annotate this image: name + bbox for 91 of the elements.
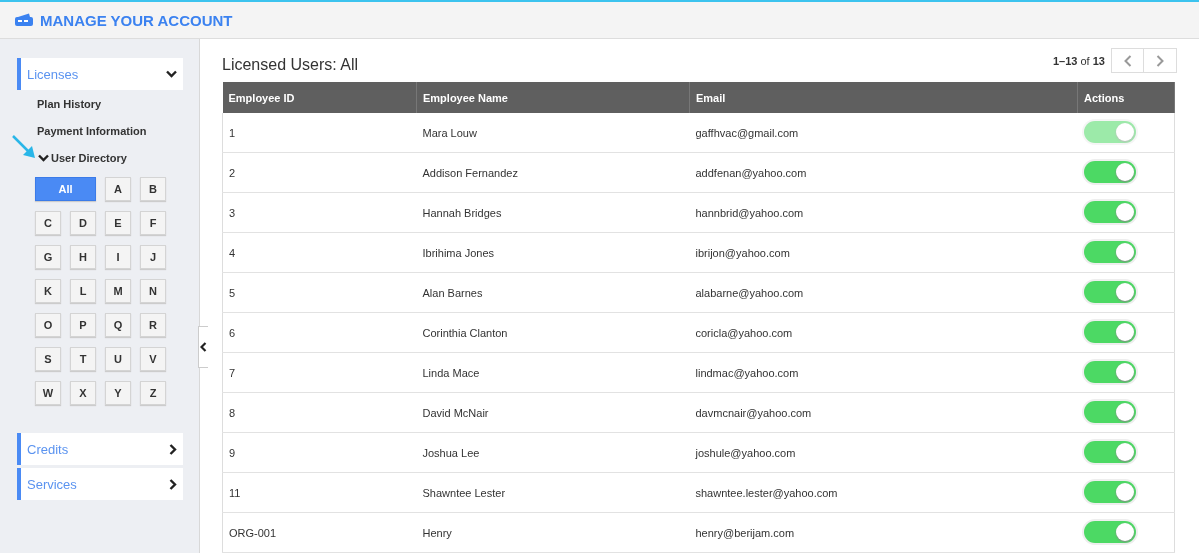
table-cell: Hannah Bridges xyxy=(416,192,690,233)
table-cell: 1 xyxy=(222,113,417,153)
chevron-down-icon xyxy=(38,153,49,162)
pagination-count: 1–13 of 13 xyxy=(1052,54,1105,67)
table-cell: Shawntee Lester xyxy=(416,472,690,513)
table-cell: Linda Mace xyxy=(416,352,690,393)
table-cell: 2 xyxy=(222,152,417,193)
toggle-switch[interactable] xyxy=(1083,240,1136,263)
toggle-switch[interactable] xyxy=(1083,440,1136,463)
table-title: Licensed Users: All xyxy=(222,54,359,74)
chevron-left-icon xyxy=(200,342,207,352)
table-cell: addfenan@yahoo.com xyxy=(689,152,1078,193)
letter-filter-button[interactable]: A xyxy=(105,177,131,201)
table-cell: Ibrihima Jones xyxy=(416,232,690,273)
chevron-left-icon xyxy=(1123,54,1132,67)
table-cell: ibrijon@yahoo.com xyxy=(689,232,1078,273)
table-cell: ORG-001 xyxy=(222,512,417,553)
table-cell: henry@berijam.com xyxy=(689,512,1078,553)
table-cell: 3 xyxy=(222,192,417,233)
letter-filter-button[interactable]: I xyxy=(105,245,131,269)
letter-filter-button[interactable]: Q xyxy=(105,313,131,337)
table-cell: 11 xyxy=(222,472,417,513)
letter-filter-button[interactable]: O xyxy=(35,313,61,337)
column-header: Employee Name xyxy=(416,82,690,113)
letter-filter-button[interactable]: Y xyxy=(105,381,131,405)
letter-filter-button[interactable]: M xyxy=(105,279,131,303)
table-cell: Henry xyxy=(416,512,690,553)
chevron-right-icon xyxy=(169,443,177,455)
column-header: Actions xyxy=(1077,82,1175,113)
table-cell: 7 xyxy=(222,352,417,393)
letter-filter-button[interactable]: K xyxy=(35,279,61,303)
toggle-switch[interactable] xyxy=(1083,160,1136,183)
letter-filter-button[interactable]: E xyxy=(105,211,131,235)
table-cell: Mara Louw xyxy=(416,113,690,153)
letter-filter-button[interactable]: W xyxy=(35,381,61,405)
table-cell: alabarne@yahoo.com xyxy=(689,272,1078,313)
toggle-switch[interactable] xyxy=(1083,520,1136,543)
table-cell: gaffhvac@gmail.com xyxy=(689,113,1078,153)
sidebar-link[interactable]: Plan History xyxy=(0,90,199,117)
table-cell: Corinthia Clanton xyxy=(416,312,690,353)
table-cell: davmcnair@yahoo.com xyxy=(689,392,1078,433)
card-register-icon xyxy=(14,13,34,27)
letter-filter-button[interactable]: T xyxy=(70,347,96,371)
toggle-switch[interactable] xyxy=(1083,400,1136,423)
collapse-sidebar-button[interactable] xyxy=(198,326,208,368)
toggle-switch[interactable] xyxy=(1083,200,1136,223)
table-cell: 4 xyxy=(222,232,417,273)
sidebar-item[interactable]: User Directory xyxy=(0,144,199,171)
chevron-down-icon xyxy=(166,70,177,78)
letter-filter-button[interactable]: U xyxy=(105,347,131,371)
toggle-switch[interactable] xyxy=(1083,320,1136,343)
table-cell: David McNair xyxy=(416,392,690,433)
toggle-switch[interactable] xyxy=(1083,360,1136,383)
table-cell: 6 xyxy=(222,312,417,353)
letter-filter-button[interactable]: P xyxy=(70,313,96,337)
letter-filter-button[interactable]: D xyxy=(70,211,96,235)
table-cell: Alan Barnes xyxy=(416,272,690,313)
table-cell: 9 xyxy=(222,432,417,473)
page-title: MANAGE YOUR ACCOUNT xyxy=(40,11,233,29)
letter-filter-button[interactable]: C xyxy=(35,211,61,235)
table-cell: shawntee.lester@yahoo.com xyxy=(689,472,1078,513)
sidebar-link[interactable]: Payment Information xyxy=(0,117,199,144)
letter-filter-button[interactable]: H xyxy=(70,245,96,269)
next-page-button[interactable] xyxy=(1144,48,1177,73)
table-cell: Addison Fernandez xyxy=(416,152,690,193)
letter-filter-button[interactable]: S xyxy=(35,347,61,371)
column-header: Employee ID xyxy=(222,82,417,113)
letter-filter-button[interactable]: X xyxy=(70,381,96,405)
letter-filter-button[interactable]: B xyxy=(140,177,166,201)
letter-filter-button[interactable]: V xyxy=(140,347,166,371)
chevron-right-icon xyxy=(1156,54,1164,67)
table-cell: 5 xyxy=(222,272,417,313)
table-cell: coricla@yahoo.com xyxy=(689,312,1078,353)
letter-filter-button[interactable]: J xyxy=(140,245,166,269)
toggle-switch[interactable] xyxy=(1083,280,1136,303)
letter-filter-button[interactable]: Z xyxy=(140,381,166,405)
table-cell: hannbrid@yahoo.com xyxy=(689,192,1078,233)
table-cell: Joshua Lee xyxy=(416,432,690,473)
previous-page-button[interactable] xyxy=(1111,48,1144,73)
table-cell: 8 xyxy=(222,392,417,433)
letter-filter-button[interactable]: F xyxy=(140,211,166,235)
toggle-switch[interactable] xyxy=(1083,480,1136,503)
table-cell: lindmac@yahoo.com xyxy=(689,352,1078,393)
column-header: Email xyxy=(689,82,1078,113)
letter-filter-button[interactable]: R xyxy=(140,313,166,337)
letter-filter-button[interactable]: L xyxy=(70,279,96,303)
letter-filter-button[interactable]: N xyxy=(140,279,166,303)
letter-filter-button[interactable]: G xyxy=(35,245,61,269)
chevron-right-icon xyxy=(169,478,177,490)
table-cell: joshule@yahoo.com xyxy=(689,432,1078,473)
pointer-arrow-icon xyxy=(11,134,37,160)
